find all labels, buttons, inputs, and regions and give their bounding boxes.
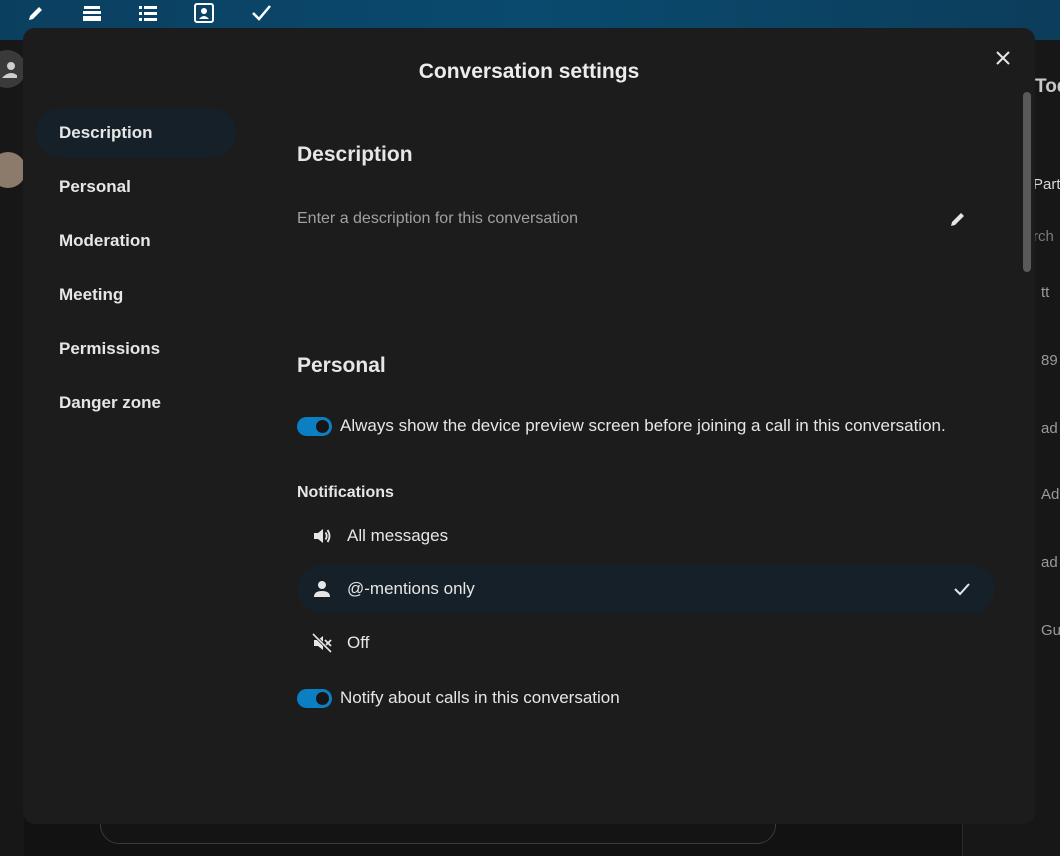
pencil-icon[interactable]	[23, 0, 49, 26]
nav-item-label: Personal	[59, 177, 131, 196]
nav-item-label: Danger zone	[59, 393, 162, 412]
bg-text: Tod	[1035, 76, 1060, 97]
scrollbar[interactable]	[1023, 92, 1031, 272]
nav-item-danger-zone[interactable]: Danger zone	[36, 378, 236, 428]
edit-description-button[interactable]	[943, 204, 973, 234]
notifications-heading: Notifications	[297, 484, 394, 501]
option-label: All messages	[347, 526, 449, 545]
checkmark-icon	[951, 578, 973, 600]
bg-text: Gu	[1041, 622, 1060, 639]
notification-option-off[interactable]: Off	[297, 619, 995, 667]
files-icon[interactable]	[79, 0, 105, 26]
bg-text: tt	[1041, 284, 1050, 301]
list-icon[interactable]	[135, 0, 161, 26]
option-label: @-mentions only	[347, 579, 475, 598]
nav-item-personal[interactable]: Personal	[36, 162, 236, 212]
bg-text: Ad	[1041, 486, 1060, 503]
device-preview-toggle-row[interactable]: Always show the device preview screen be…	[297, 414, 946, 438]
section-title-personal: Personal	[297, 354, 386, 377]
notification-option-mentions[interactable]: @-mentions only	[297, 565, 995, 613]
nav-item-description[interactable]: Description	[36, 108, 236, 158]
pencil-icon	[951, 213, 964, 226]
volume-off-icon	[311, 632, 333, 654]
nav-item-label: Meeting	[59, 285, 124, 304]
device-preview-label: Always show the device preview screen be…	[340, 416, 946, 435]
notify-calls-toggle-row[interactable]: Notify about calls in this conversation	[297, 686, 620, 710]
nav-item-moderation[interactable]: Moderation	[36, 216, 236, 266]
bg-text: rch	[1033, 228, 1054, 245]
description-placeholder: Enter a description for this conversatio…	[297, 210, 579, 227]
volume-icon	[311, 525, 333, 547]
nav-item-label: Permissions	[59, 339, 161, 358]
notification-option-all[interactable]: All messages	[297, 512, 995, 560]
bg-text: ad	[1041, 420, 1058, 437]
settings-content: Description Enter a description for this…	[297, 28, 997, 824]
person-icon	[311, 578, 333, 600]
checkmark-icon[interactable]	[248, 0, 274, 26]
close-icon	[996, 51, 1010, 65]
device-preview-toggle[interactable]	[297, 416, 332, 436]
nav-item-label: Description	[59, 123, 153, 142]
nav-item-permissions[interactable]: Permissions	[36, 324, 236, 374]
description-field[interactable]: Enter a description for this conversatio…	[297, 204, 987, 234]
settings-nav: Description Personal Moderation Meeting …	[36, 108, 236, 432]
bg-text[interactable]: Part	[1033, 176, 1060, 193]
option-label: Off	[347, 633, 370, 652]
nav-item-meeting[interactable]: Meeting	[36, 270, 236, 320]
notify-calls-toggle[interactable]	[297, 688, 332, 708]
contacts-icon[interactable]	[191, 0, 217, 26]
bg-text: ad	[1041, 554, 1058, 571]
section-title-description: Description	[297, 143, 413, 166]
bg-text: 89	[1041, 352, 1058, 369]
notify-calls-label: Notify about calls in this conversation	[340, 688, 620, 707]
nav-item-label: Moderation	[59, 231, 151, 250]
conversation-settings-dialog: Conversation settings Description Person…	[23, 28, 1035, 824]
